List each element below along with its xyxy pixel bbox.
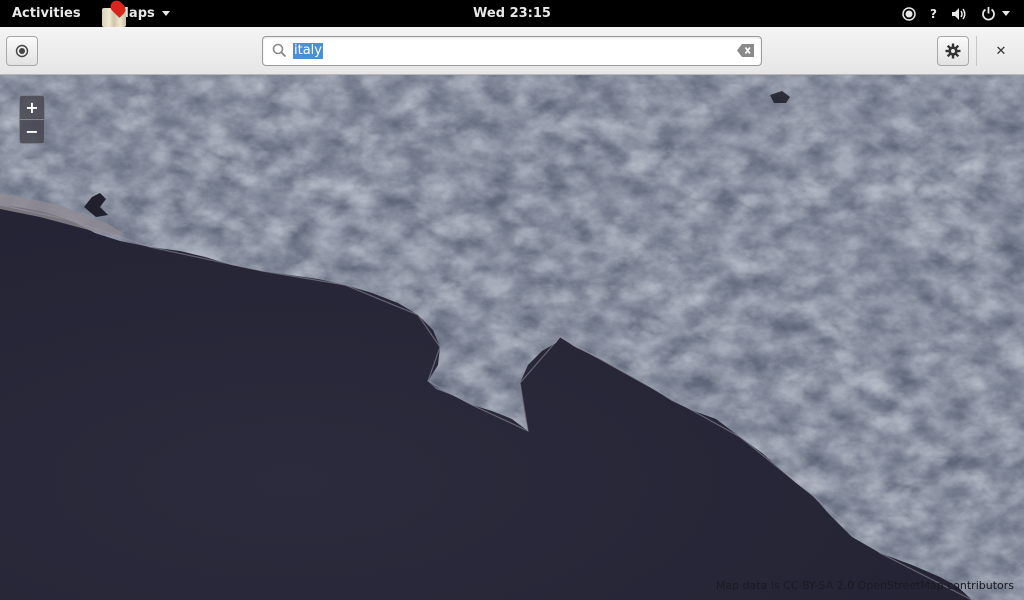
zoom-control: + − xyxy=(19,95,45,144)
search-entry[interactable]: italy xyxy=(262,36,762,66)
location-icon xyxy=(15,44,29,58)
activities-button[interactable]: Activities xyxy=(12,6,81,21)
close-icon: ✕ xyxy=(995,43,1007,59)
maps-app-icon xyxy=(100,0,130,27)
map-view[interactable]: + − Map data is CC-BY-SA 2.0 OpenStreetM… xyxy=(0,75,1024,600)
gear-icon xyxy=(945,43,961,59)
chevron-down-icon[interactable] xyxy=(1002,11,1010,16)
close-button[interactable]: ✕ xyxy=(990,37,1012,65)
header-bar: italy ✕ xyxy=(0,27,1024,75)
volume-icon[interactable] xyxy=(951,0,967,27)
accessibility-icon[interactable] xyxy=(902,0,916,27)
clock[interactable]: Wed 23:15 xyxy=(473,6,551,21)
search-input-value[interactable]: italy xyxy=(293,43,323,59)
search-icon xyxy=(272,43,287,58)
clear-text-icon[interactable] xyxy=(737,44,754,57)
top-bar: Activities Maps Wed 23:15 ? xyxy=(0,0,1024,27)
satellite-map[interactable] xyxy=(0,75,1024,600)
zoom-in-button[interactable]: + xyxy=(20,96,44,119)
separator xyxy=(976,36,977,66)
zoom-out-button[interactable]: − xyxy=(20,119,44,143)
settings-button[interactable] xyxy=(937,36,969,66)
status-area[interactable]: ? xyxy=(902,0,1010,27)
power-icon[interactable] xyxy=(981,0,996,27)
map-attribution: Map data is CC-BY-SA 2.0 OpenStreetMap c… xyxy=(715,579,1014,592)
app-menu[interactable]: Maps xyxy=(100,0,170,27)
my-location-button[interactable] xyxy=(6,36,38,66)
help-icon[interactable]: ? xyxy=(930,0,937,27)
chevron-down-icon xyxy=(161,11,170,16)
